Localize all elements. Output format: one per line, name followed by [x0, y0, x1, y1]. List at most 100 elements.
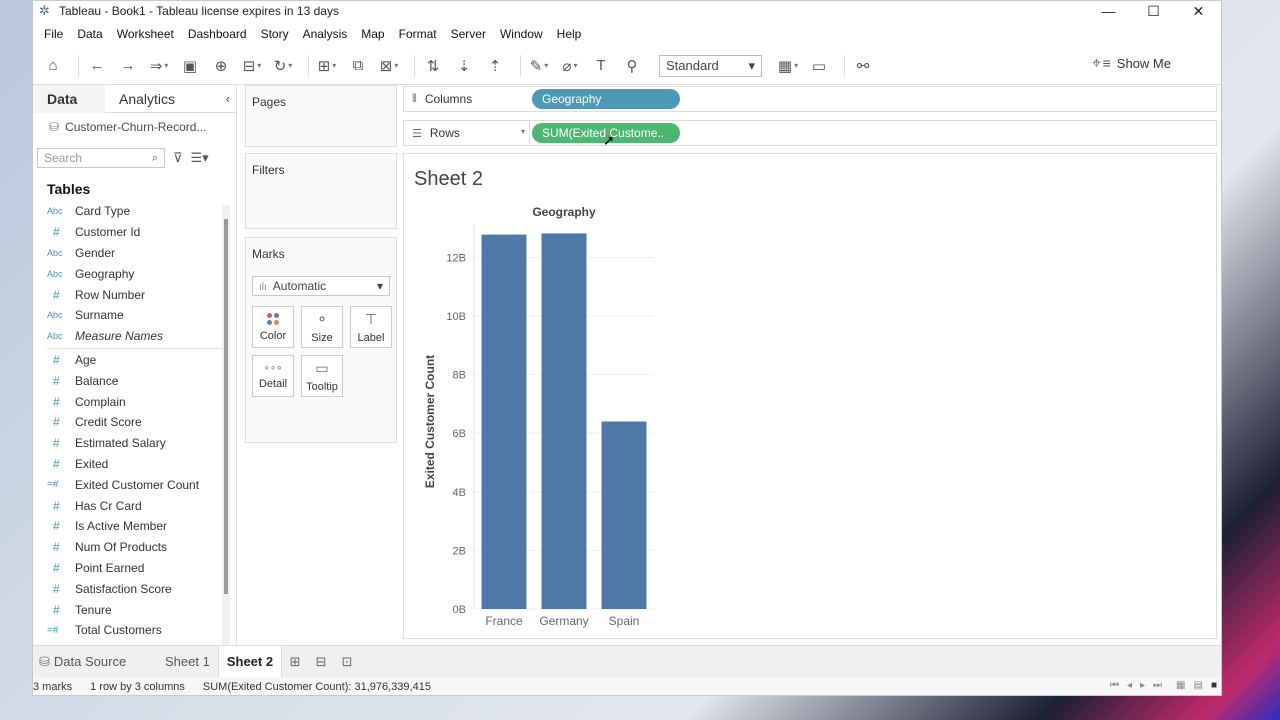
- menu-analysis[interactable]: Analysis: [296, 27, 355, 41]
- close-icon[interactable]: ✕: [1176, 1, 1221, 21]
- field-exited[interactable]: # Exited: [47, 454, 236, 475]
- bar-germany: [541, 233, 587, 609]
- new-worksheet-icon[interactable]: ⊞: [282, 646, 308, 678]
- field-estimated-salary[interactable]: # Estimated Salary: [47, 433, 236, 454]
- menu-bar: File Data Worksheet Dashboard Story Anal…: [33, 21, 1221, 47]
- menu-file[interactable]: File: [37, 27, 70, 41]
- field-list-scrollbar[interactable]: [222, 205, 230, 655]
- show-filmstrip-icon[interactable]: ▤: [1194, 680, 1203, 691]
- menu-dashboard[interactable]: Dashboard: [181, 27, 254, 41]
- field-credit-score[interactable]: # Credit Score: [47, 412, 236, 433]
- menu-map[interactable]: Map: [354, 27, 391, 41]
- highlight-icon[interactable]: ✎: [527, 54, 551, 78]
- field-card-type[interactable]: Abc Card Type: [47, 201, 236, 222]
- tab-data-source[interactable]: ⛁ Data Source: [33, 646, 157, 678]
- show-me-button[interactable]: ≡ Show Me: [1103, 55, 1171, 71]
- mark-type-select[interactable]: ılı Automatic ▾: [252, 276, 390, 296]
- collapse-pane-icon[interactable]: ‹: [226, 91, 230, 106]
- search-input[interactable]: Search ⌕: [37, 148, 165, 168]
- tab-analytics[interactable]: Analytics: [105, 85, 189, 113]
- size-button[interactable]: ⚬ Size: [301, 306, 343, 348]
- menu-window[interactable]: Window: [493, 27, 550, 41]
- minimize-icon[interactable]: —: [1086, 1, 1131, 21]
- label-button[interactable]: ⊤ Label: [350, 306, 392, 348]
- first-page-icon[interactable]: ⏮: [1110, 680, 1119, 691]
- filters-card[interactable]: Filters: [245, 153, 397, 229]
- sort-descending-icon[interactable]: ⇡: [483, 54, 507, 78]
- pause-updates-icon[interactable]: ⊟: [240, 54, 264, 78]
- duplicate-sheet-icon[interactable]: ⧉: [346, 54, 370, 78]
- new-datasource-icon[interactable]: ⊕: [209, 54, 233, 78]
- next-page-icon[interactable]: ▸: [1140, 680, 1145, 691]
- tab-data[interactable]: Data: [33, 84, 105, 113]
- fit-select[interactable]: Standard ▾: [659, 54, 762, 77]
- new-story-icon[interactable]: ⊡: [334, 646, 360, 678]
- last-page-icon[interactable]: ⏭: [1153, 680, 1162, 691]
- field-age[interactable]: # Age: [47, 350, 236, 371]
- field-exited-customer-count[interactable]: =# Exited Customer Count: [47, 474, 236, 495]
- columns-shelf[interactable]: ⦀ Columns Geography: [403, 86, 1217, 112]
- menu-help[interactable]: Help: [550, 27, 589, 41]
- sort-ascending-icon[interactable]: ⇣: [452, 54, 476, 78]
- number-type-icon: #: [53, 394, 60, 409]
- prev-page-icon[interactable]: ◂: [1127, 680, 1132, 691]
- x-tick-label: Germany: [539, 614, 588, 628]
- color-button[interactable]: Color: [252, 306, 294, 348]
- menu-server[interactable]: Server: [444, 27, 493, 41]
- tab-sheet-2[interactable]: Sheet 2: [217, 645, 283, 678]
- field-tenure[interactable]: # Tenure: [47, 599, 236, 620]
- filter-icon[interactable]: ⊽: [173, 150, 183, 166]
- show-tabs-icon[interactable]: ■: [1211, 680, 1217, 691]
- menu-format[interactable]: Format: [392, 27, 444, 41]
- field-surname[interactable]: Abc Surname: [47, 305, 236, 326]
- undo-icon[interactable]: ←: [85, 54, 109, 78]
- share-icon[interactable]: ⚯: [851, 54, 875, 78]
- show-cards-icon[interactable]: ▦: [776, 54, 800, 78]
- y-tick-label: 4B: [453, 487, 466, 499]
- datasource-item[interactable]: ⛁ Customer-Churn-Record...: [33, 113, 236, 141]
- swap-rows-columns-icon[interactable]: ⇅: [421, 54, 445, 78]
- field-satisfaction-score[interactable]: # Satisfaction Score: [47, 578, 236, 599]
- new-dashboard-icon[interactable]: ⊟: [308, 646, 334, 678]
- field-total-customers[interactable]: =# Total Customers: [47, 620, 236, 641]
- scrollbar-thumb[interactable]: [224, 219, 228, 594]
- group-members-icon[interactable]: ⌀: [558, 54, 582, 78]
- presentation-mode-icon[interactable]: ▭: [807, 54, 831, 78]
- new-worksheet-icon[interactable]: ⊞: [315, 54, 339, 78]
- refresh-icon[interactable]: ↻: [271, 54, 295, 78]
- field-has-cr-card[interactable]: # Has Cr Card: [47, 495, 236, 516]
- tooltip-button[interactable]: ▭ Tooltip: [301, 355, 343, 397]
- field-customer-id[interactable]: # Customer Id: [47, 222, 236, 243]
- field-measure-names[interactable]: Abc Measure Names: [47, 326, 236, 347]
- field-row-number[interactable]: # Row Number: [47, 284, 236, 305]
- presenter-icon[interactable]: ⌖: [1092, 55, 1101, 73]
- redo-icon[interactable]: →: [116, 54, 140, 78]
- status-bar: 3 marks 1 row by 3 columns SUM(Exited Cu…: [33, 677, 1221, 695]
- maximize-icon[interactable]: ☐: [1131, 1, 1176, 21]
- field-is-active-member[interactable]: # Is Active Member: [47, 516, 236, 537]
- replay-icon[interactable]: ⇒: [147, 54, 171, 78]
- show-labels-icon[interactable]: T: [589, 54, 613, 78]
- field-complain[interactable]: # Complain: [47, 391, 236, 412]
- detail-button[interactable]: ∘∘∘ Detail: [252, 355, 294, 397]
- menu-story[interactable]: Story: [254, 27, 296, 41]
- field-gender[interactable]: Abc Gender: [47, 243, 236, 264]
- view-options-icon[interactable]: ☰▾: [191, 150, 209, 166]
- data-pane: Data Analytics ‹ ⛁ Customer-Churn-Record…: [33, 84, 237, 655]
- field-point-earned[interactable]: # Point Earned: [47, 558, 236, 579]
- save-icon[interactable]: ▣: [178, 54, 202, 78]
- home-icon[interactable]: ⌂: [41, 54, 65, 78]
- bar-chart-icon: ılı: [259, 282, 267, 293]
- menu-worksheet[interactable]: Worksheet: [110, 27, 181, 41]
- pages-card[interactable]: Pages: [245, 85, 397, 147]
- tab-sheet-1[interactable]: Sheet 1: [157, 646, 218, 678]
- show-sheets-grid-icon[interactable]: ▦: [1176, 680, 1185, 691]
- field-balance[interactable]: # Balance: [47, 370, 236, 391]
- field-geography[interactable]: Abc Geography: [47, 263, 236, 284]
- clear-sheet-icon[interactable]: ⊠: [377, 54, 401, 78]
- field-num-of-products[interactable]: # Num Of Products: [47, 537, 236, 558]
- rows-shelf[interactable]: ☰ Rows ▾ SUM(Exited Custome..: [403, 120, 1217, 146]
- menu-data[interactable]: Data: [70, 27, 109, 41]
- geography-pill[interactable]: Geography: [532, 89, 680, 109]
- fix-axes-icon[interactable]: ⚲: [620, 54, 644, 78]
